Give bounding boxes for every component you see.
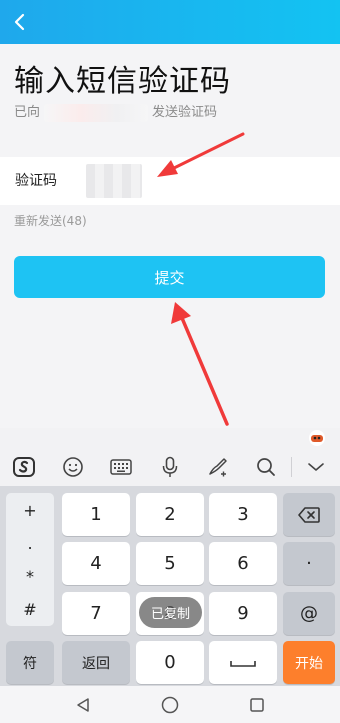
space-icon [230, 660, 256, 667]
collapse-keyboard-button[interactable] [292, 450, 340, 484]
return-key[interactable]: 返回 [62, 641, 130, 684]
handwriting-icon [209, 458, 227, 477]
resend-countdown: 重新发送(48) [14, 214, 87, 228]
symbol-key-dot[interactable]: . [6, 528, 54, 558]
submit-button[interactable]: 提交 [14, 256, 325, 298]
key-2[interactable]: 2 [136, 493, 204, 536]
home-circle-icon [161, 696, 179, 713]
symbol-key-hash[interactable]: # [6, 594, 54, 624]
key-4[interactable]: 4 [62, 542, 130, 585]
key-6[interactable]: 6 [209, 542, 277, 585]
emoji-icon [62, 457, 83, 477]
redacted-phone-number [44, 104, 149, 122]
code-field-row[interactable]: 验证码 [0, 157, 340, 205]
chevron-left-icon [14, 13, 25, 31]
key-9[interactable]: 9 [209, 592, 277, 635]
key-5[interactable]: 5 [136, 542, 204, 585]
verification-page: 输入短信验证码 已向 发送验证码 验证码 重新发送(48) 提交 [0, 44, 340, 428]
start-key[interactable]: 开始 [283, 641, 335, 684]
keyboard-tool-row [0, 450, 340, 484]
dot-key[interactable]: · [283, 542, 335, 585]
numeric-keyboard: + . * # 1 2 3 4 5 6 · 7 8 9 @ 符 返回 0 开始 [0, 486, 340, 686]
emoji-button[interactable] [48, 450, 96, 484]
nav-back-button[interactable] [63, 690, 103, 720]
symbols-key[interactable]: 符 [6, 641, 54, 684]
backspace-key[interactable] [283, 493, 335, 536]
page-subtitle: 已向 发送验证码 [14, 104, 217, 122]
handwriting-button[interactable] [194, 450, 242, 484]
page-title: 输入短信验证码 [14, 64, 231, 99]
code-input[interactable] [86, 164, 142, 198]
sogou-logo-button[interactable] [0, 450, 48, 484]
voice-input-button[interactable] [145, 450, 193, 484]
microphone-icon [162, 456, 177, 477]
search-icon [257, 458, 276, 476]
sogou-logo-icon [13, 457, 36, 477]
symbol-key-star[interactable]: * [6, 561, 54, 591]
key-7[interactable]: 7 [62, 592, 130, 635]
backspace-icon [298, 506, 320, 523]
code-label: 验证码 [15, 173, 57, 189]
copied-toast: 已复制 [139, 597, 202, 628]
nav-home-button[interactable] [150, 690, 190, 720]
system-navbar [0, 686, 340, 723]
back-triangle-icon [77, 697, 90, 712]
header-bar [0, 0, 340, 44]
chevron-down-icon [308, 463, 324, 471]
key-1[interactable]: 1 [62, 493, 130, 536]
back-button[interactable] [0, 0, 40, 44]
symbol-column: + . * # [6, 493, 54, 626]
at-key[interactable]: @ [283, 592, 335, 635]
search-button[interactable] [242, 450, 290, 484]
subtitle-suffix: 发送验证码 [152, 105, 218, 120]
space-key[interactable] [209, 641, 277, 684]
keyboard-icon [110, 459, 132, 475]
keyboard-switch-button[interactable] [97, 450, 145, 484]
symbol-key-plus[interactable]: + [6, 495, 54, 525]
key-0[interactable]: 0 [136, 641, 204, 684]
nav-recents-button[interactable] [237, 690, 277, 720]
mascot-icon [309, 430, 325, 446]
subtitle-prefix: 已向 [14, 105, 41, 120]
recents-square-icon [249, 697, 264, 712]
key-3[interactable]: 3 [209, 493, 277, 536]
